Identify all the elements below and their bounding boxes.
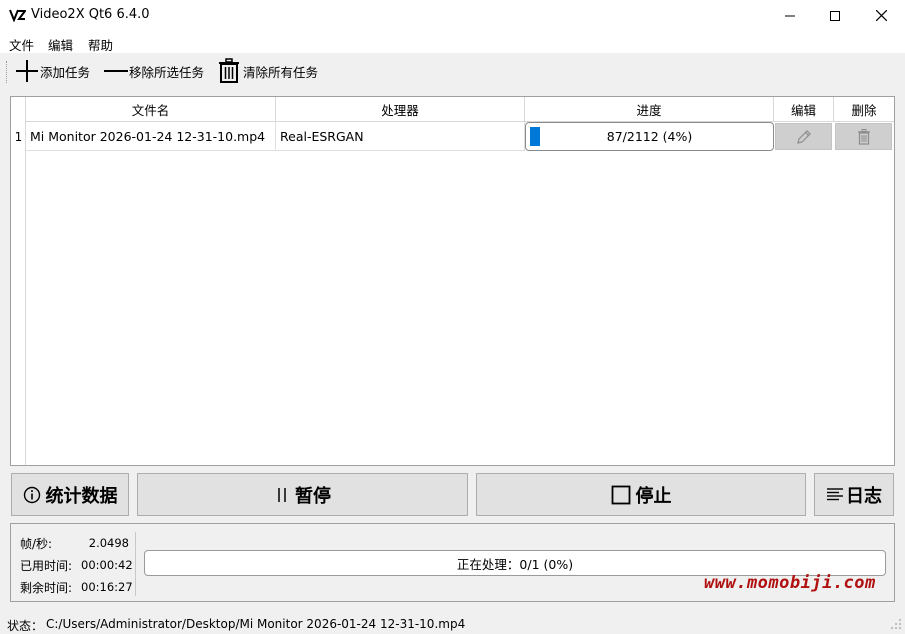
header-edit[interactable]: 编辑: [774, 97, 834, 122]
add-task-label: 添加任务: [40, 64, 91, 80]
row-filename[interactable]: Mi Monitor 2026-01-24 12-31-10.mp4: [26, 122, 276, 151]
row-header-column: [11, 97, 26, 465]
fps-value: 2.0498: [88, 536, 129, 550]
clear-all-button[interactable]: 清除所有任务: [218, 57, 318, 85]
remove-selected-button[interactable]: 移除所选任务: [103, 57, 204, 85]
minus-icon: [104, 70, 128, 72]
stats-label: 统计数据: [45, 485, 118, 507]
delete-task-button[interactable]: [835, 123, 892, 150]
close-icon: [875, 10, 887, 21]
status-label: 状态：: [7, 619, 44, 633]
status-path: C:/Users/Administrator/Desktop/Mi Monito…: [46, 617, 466, 631]
pencil-icon: [796, 129, 811, 144]
header-processor[interactable]: 处理器: [276, 97, 525, 122]
stats-divider: [135, 532, 136, 596]
app-logo-icon: [9, 9, 26, 22]
clear-all-label: 清除所有任务: [243, 64, 319, 80]
maximize-icon: [830, 10, 840, 21]
plus-icon: [16, 60, 38, 82]
pause-label: 暂停: [295, 485, 331, 507]
row-index[interactable]: 1: [11, 122, 26, 151]
log-lines-icon: [827, 487, 843, 500]
remaining-label: 剩余时间:: [20, 581, 73, 595]
log-button[interactable]: 日志: [814, 473, 894, 516]
watermark-text: www.momobiji.com: [704, 573, 876, 593]
stop-button[interactable]: 停止: [476, 473, 806, 516]
menu-bar: 文件 编辑 帮助: [0, 31, 905, 53]
elapsed-label: 已用时间:: [20, 559, 73, 573]
task-progress-bar: 87/2112 (4%): [525, 122, 774, 151]
minimize-icon: [785, 15, 795, 16]
remove-selected-label: 移除所选任务: [129, 64, 205, 80]
pause-icon: [278, 487, 286, 502]
edit-task-button[interactable]: [775, 123, 832, 150]
trash-icon: [219, 58, 239, 83]
window-title: Video2X Qt6 6.4.0: [31, 7, 150, 22]
header-filename[interactable]: 文件名: [26, 97, 276, 122]
stop-icon: [611, 485, 630, 504]
stats-panel: 帧/秒: 2.0498 已用时间: 00:00:42 剩余时间: 00:16:2…: [10, 523, 895, 602]
stats-button[interactable]: 统计数据: [11, 473, 129, 516]
info-icon: [23, 486, 40, 503]
remaining-value: 00:16:27: [81, 580, 133, 594]
stop-label: 停止: [635, 485, 672, 507]
log-label: 日志: [846, 485, 882, 507]
task-progress-text: 87/2112 (4%): [606, 129, 693, 144]
overall-progress-text: 正在处理：0/1 (0%): [456, 556, 574, 572]
maximize-button[interactable]: [812, 0, 858, 31]
menu-help[interactable]: 帮助: [88, 35, 113, 54]
status-bar: 状态： C:/Users/Administrator/Desktop/Mi Mo…: [0, 612, 905, 634]
task-table[interactable]: 文件名 处理器 进度 编辑 删除 1 Mi Monitor 2026-01-24…: [10, 96, 895, 466]
trash-icon: [857, 128, 870, 145]
close-button[interactable]: [858, 0, 904, 31]
minimize-button[interactable]: [767, 0, 813, 31]
elapsed-value: 00:00:42: [81, 558, 133, 572]
row-processor[interactable]: Real-ESRGAN: [276, 122, 525, 151]
menu-file[interactable]: 文件: [9, 35, 34, 54]
header-progress[interactable]: 进度: [525, 97, 774, 122]
toolbar-handle[interactable]: [6, 61, 7, 83]
toolbar: 添加任务 移除所选任务 清除所有任务: [0, 53, 905, 89]
menu-edit[interactable]: 编辑: [48, 35, 73, 54]
fps-label: 帧/秒:: [20, 537, 53, 551]
header-delete[interactable]: 删除: [834, 97, 894, 122]
title-bar: Video2X Qt6 6.4.0: [0, 0, 905, 31]
add-task-button[interactable]: 添加任务: [14, 57, 90, 85]
pause-button[interactable]: 暂停: [137, 473, 468, 516]
resize-grip-icon[interactable]: [890, 618, 902, 630]
